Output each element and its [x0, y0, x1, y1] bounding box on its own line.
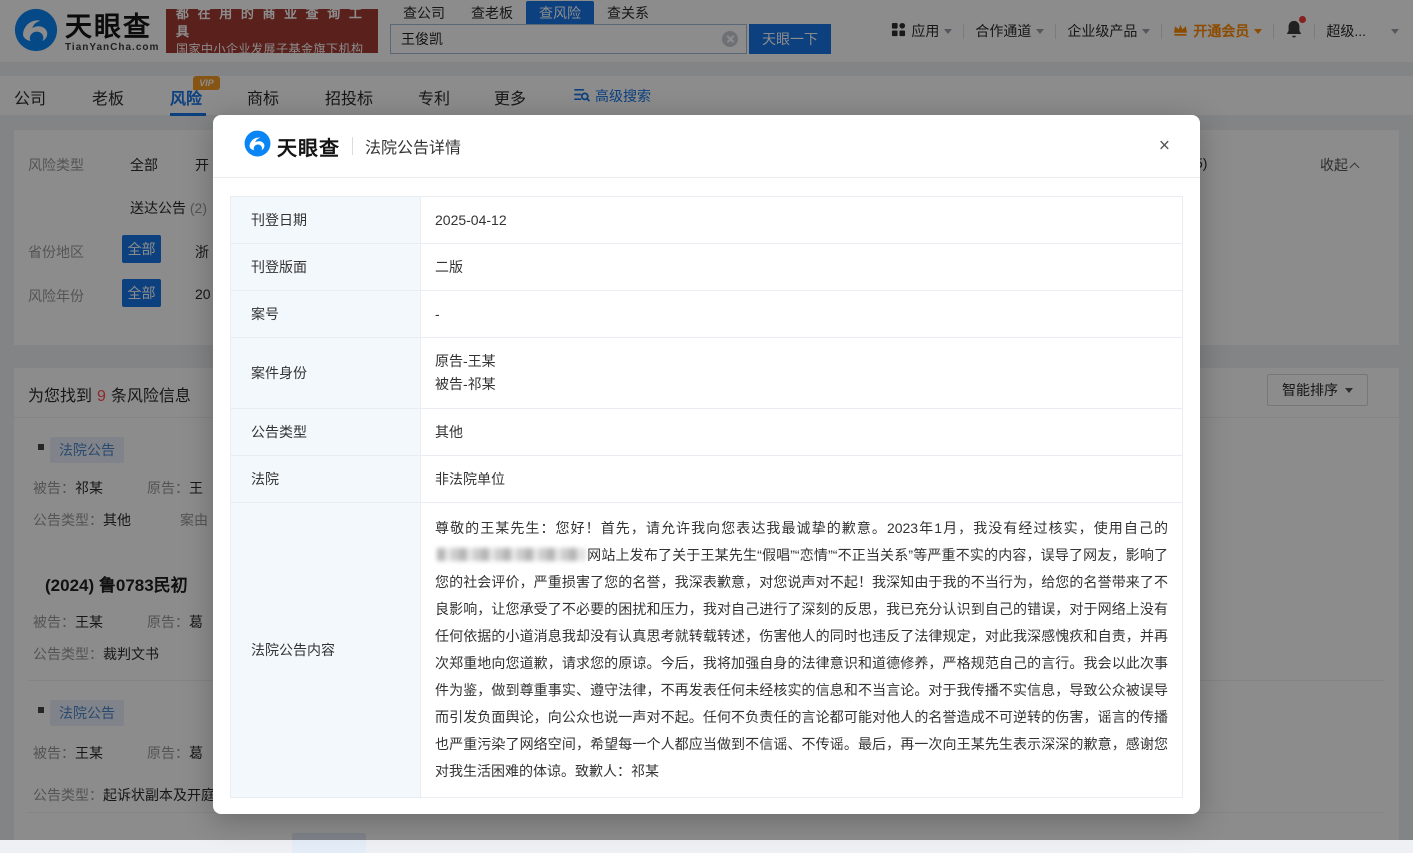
row-value: 原告-王某 被告-祁某 [421, 338, 1183, 409]
table-row: 公告类型 其他 [231, 409, 1183, 456]
table-row: 法院 非法院单位 [231, 456, 1183, 503]
row-label: 案件身份 [231, 338, 421, 409]
notice-content-part1: 尊敬的王某先生：您好！首先，请允许我向您表达我最诚挚的歉意。2023年1月，我没… [435, 520, 1168, 536]
row-value: 其他 [421, 409, 1183, 456]
modal-header: 天眼查 法院公告详情 × [213, 115, 1200, 178]
table-row: 刊登日期 2025-04-12 [231, 197, 1183, 244]
modal-body: 刊登日期 2025-04-12 刊登版面 二版 案号 - 案件身份 原告-王某 … [213, 178, 1200, 814]
table-row: 法院公告内容 尊敬的王某先生：您好！首先，请允许我向您表达我最诚挚的歉意。202… [231, 503, 1183, 798]
row-label: 刊登日期 [231, 197, 421, 244]
notice-content-part2: 网站上发布了关于王某先生“假唱”“恋情”“不正当关系”等严重不实的内容，误导了网… [435, 547, 1168, 779]
modal-brand: 天眼查 [277, 132, 340, 161]
row-label: 法院公告内容 [231, 503, 421, 798]
party-defendant: 被告-祁某 [435, 373, 1168, 396]
censored-text-blur [437, 548, 585, 561]
row-value: 非法院单位 [421, 456, 1183, 503]
row-value: - [421, 291, 1183, 338]
row-value: 二版 [421, 244, 1183, 291]
court-notice-detail-modal: 天眼查 法院公告详情 × 刊登日期 2025-04-12 刊登版面 二版 案号 … [213, 115, 1200, 814]
row-label: 法院 [231, 456, 421, 503]
party-plaintiff: 原告-王某 [435, 350, 1168, 373]
notice-content: 尊敬的王某先生：您好！首先，请允许我向您表达我最诚挚的歉意。2023年1月，我没… [421, 503, 1183, 798]
table-row: 案号 - [231, 291, 1183, 338]
close-icon[interactable]: × [1159, 137, 1170, 156]
detail-table: 刊登日期 2025-04-12 刊登版面 二版 案号 - 案件身份 原告-王某 … [230, 196, 1183, 798]
row-value: 2025-04-12 [421, 197, 1183, 244]
row-label: 案号 [231, 291, 421, 338]
divider [352, 137, 353, 155]
table-row: 刊登版面 二版 [231, 244, 1183, 291]
row-label: 公告类型 [231, 409, 421, 456]
modal-title: 法院公告详情 [365, 134, 461, 158]
tianyancha-logo-icon [244, 130, 271, 162]
table-row: 案件身份 原告-王某 被告-祁某 [231, 338, 1183, 409]
row-label: 刊登版面 [231, 244, 421, 291]
